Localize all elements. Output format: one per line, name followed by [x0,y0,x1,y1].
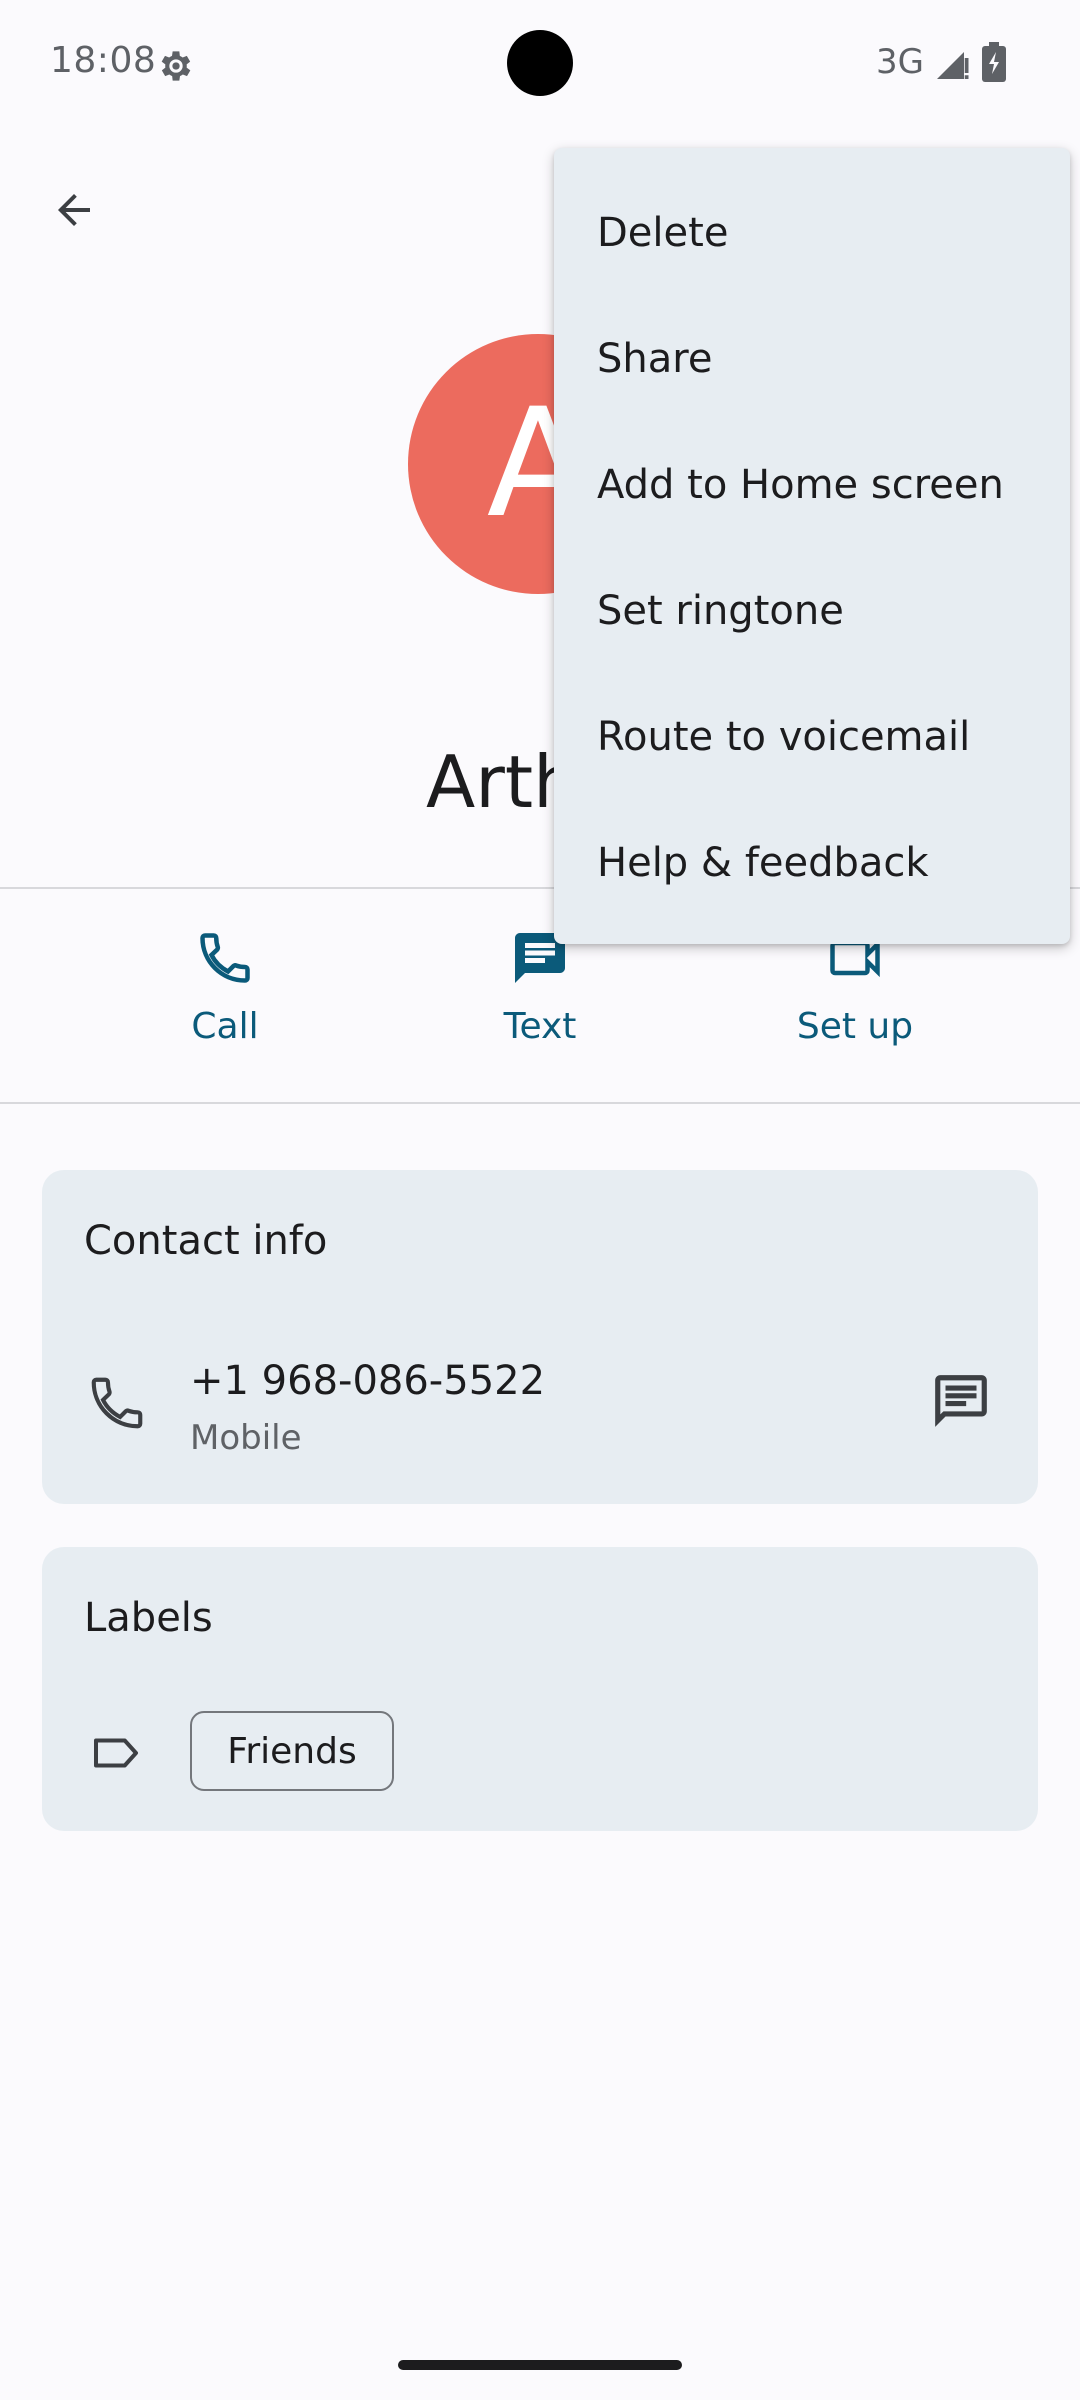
contact-info-title: Contact info [84,1218,328,1264]
label-chip-friends[interactable]: Friends [190,1711,394,1791]
status-time: 18:08 [50,40,157,81]
signal-icon [937,52,969,79]
home-indicator[interactable] [398,2360,682,2370]
text-action-label: Text [503,1006,577,1047]
call-action-label: Call [191,1006,259,1047]
menu-item-route-to-voicemail[interactable]: Route to voicemail [554,674,1070,800]
phone-type: Mobile [190,1418,302,1458]
battery-charging-icon [982,42,1006,82]
network-type: 3G [876,42,924,82]
contact-info-card: Contact info +1 968-086-5522 Mobile [42,1170,1038,1504]
menu-item-help-feedback[interactable]: Help & feedback [554,800,1070,926]
message-icon[interactable] [930,1370,992,1432]
label-tag-icon [94,1738,138,1768]
phone-number[interactable]: +1 968-086-5522 [190,1358,545,1404]
phone-icon [91,1377,143,1429]
menu-item-set-ringtone[interactable]: Set ringtone [554,548,1070,674]
overflow-menu: Delete Share Add to Home screen Set ring… [554,148,1070,944]
labels-title: Labels [84,1595,213,1641]
menu-item-share[interactable]: Share [554,296,1070,422]
menu-item-delete[interactable]: Delete [554,170,1070,296]
text-action-button[interactable]: Text [420,928,660,1068]
arrow-back-icon [58,194,90,226]
settings-gear-icon [161,51,191,81]
setup-video-action-button[interactable]: Set up [735,928,975,1068]
camera-cutout [507,30,573,96]
setup-action-label: Set up [796,1006,914,1047]
back-button[interactable] [34,170,114,250]
menu-item-add-to-home-screen[interactable]: Add to Home screen [554,422,1070,548]
divider [0,1102,1080,1104]
phone-icon [200,933,250,983]
call-action-button[interactable]: Call [105,928,345,1068]
labels-card: Labels Friends [42,1547,1038,1831]
